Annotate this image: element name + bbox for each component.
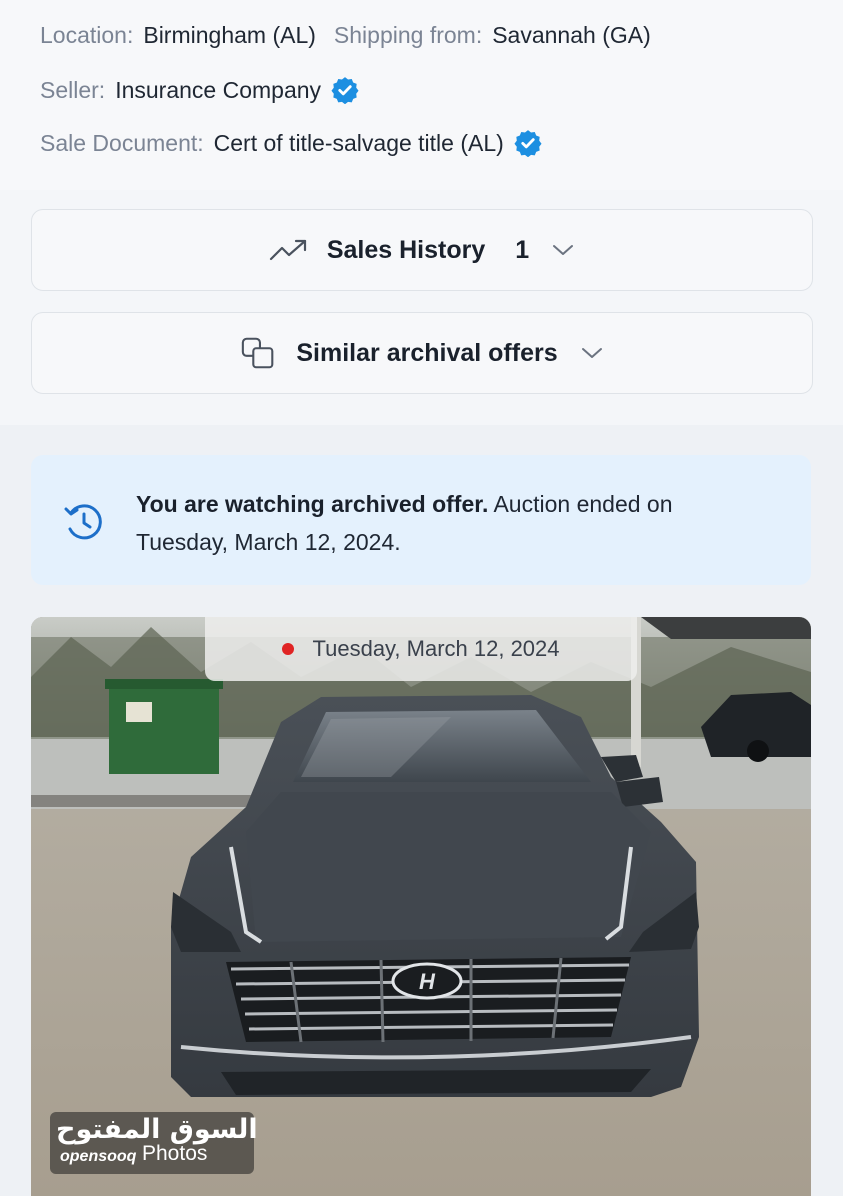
verified-badge-icon	[331, 77, 359, 104]
verified-badge-icon	[514, 130, 542, 157]
similar-offers-toggle[interactable]: Similar archival offers	[31, 312, 813, 394]
chevron-down-icon	[553, 245, 574, 255]
sale-document-value: Cert of title-salvage title (AL)	[213, 129, 504, 156]
car-image: H	[31, 617, 811, 1196]
auction-date: Tuesday, March 12, 2024	[312, 636, 560, 661]
watermark-arabic: السوق المفتوح	[56, 1114, 258, 1145]
sale-document-label: Sale Document:	[40, 129, 204, 156]
vehicle-photo[interactable]: H	[31, 617, 811, 1196]
vehicle-info-panel: Location: Birmingham (AL) Shipping from:…	[0, 0, 843, 190]
notice-text: You are watching archived offer. Auction…	[136, 485, 696, 561]
location-row: Location: Birmingham (AL) Shipping from:…	[40, 22, 651, 49]
location-label: Location:	[40, 22, 134, 48]
seller-label: Seller:	[40, 76, 106, 103]
trend-up-icon	[269, 239, 306, 261]
seller-row: Seller: Insurance Company	[40, 76, 359, 104]
sale-document-row: Sale Document: Cert of title-salvage tit…	[40, 129, 542, 157]
archived-offer-notice: You are watching archived offer. Auction…	[31, 455, 811, 585]
history-icon	[64, 504, 102, 540]
sales-history-toggle[interactable]: Sales History 1	[31, 209, 813, 291]
shipping-label: Shipping from:	[333, 22, 483, 48]
seller-value: Insurance Company	[115, 76, 322, 103]
sales-history-title: Sales History	[326, 235, 486, 264]
shipping-value: Savannah (GA)	[492, 22, 651, 48]
watermark-brand: opensooq	[60, 1148, 137, 1165]
status-dot-icon	[282, 643, 295, 655]
location-value: Birmingham (AL)	[143, 22, 316, 48]
notice-bold-text: You are watching archived offer.	[136, 491, 489, 517]
photo-count-label[interactable]: Photos	[142, 1142, 207, 1166]
copy-icon	[242, 337, 274, 369]
chevron-down-icon	[581, 348, 602, 358]
photo-count-watermark: السوق المفتوح opensooq Photos	[50, 1112, 258, 1174]
auction-date-badge: Tuesday, March 12, 2024	[205, 617, 637, 681]
similar-offers-title: Similar archival offers	[296, 338, 558, 367]
svg-text:H: H	[419, 969, 436, 994]
sales-history-count: 1	[515, 235, 530, 264]
